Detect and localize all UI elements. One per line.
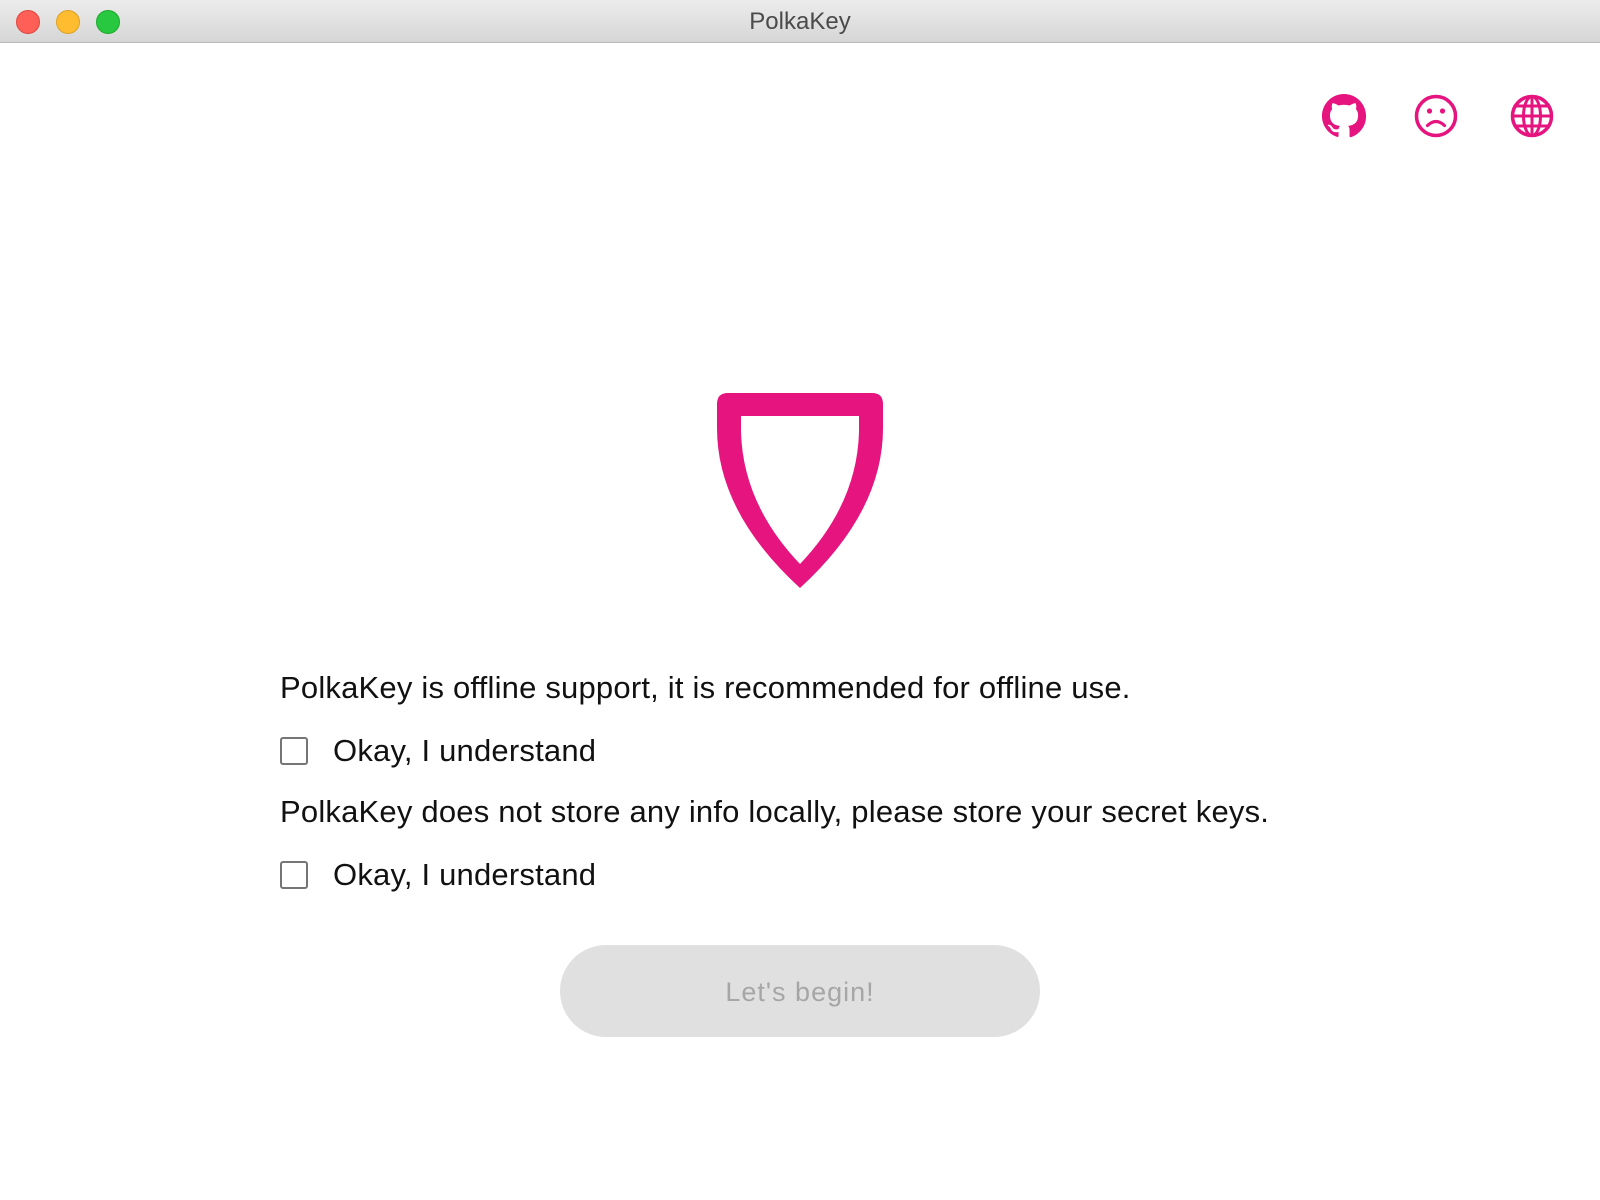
github-icon[interactable] <box>1321 93 1367 139</box>
storage-acknowledge-checkbox[interactable] <box>280 861 308 889</box>
begin-button[interactable]: Let's begin! <box>560 945 1040 1037</box>
offline-acknowledge-label[interactable]: Okay, I understand <box>333 733 596 769</box>
offline-acknowledge-row[interactable]: Okay, I understand <box>280 733 596 769</box>
storage-acknowledge-row[interactable]: Okay, I understand <box>280 857 596 893</box>
storage-notice-text: PolkaKey does not store any info locally… <box>280 794 1270 829</box>
shield-icon <box>707 392 893 590</box>
offline-notice-text: PolkaKey is offline support, it is recom… <box>280 670 1131 705</box>
globe-icon[interactable] <box>1509 93 1555 139</box>
offline-acknowledge-checkbox[interactable] <box>280 737 308 765</box>
storage-acknowledge-label[interactable]: Okay, I understand <box>333 857 596 893</box>
window-title: PolkaKey <box>749 8 851 35</box>
sad-face-icon[interactable] <box>1413 93 1459 139</box>
title-bar: PolkaKey <box>0 0 1600 43</box>
app-window: PolkaKey PolkaKey is offline support, it… <box>0 0 1600 1200</box>
